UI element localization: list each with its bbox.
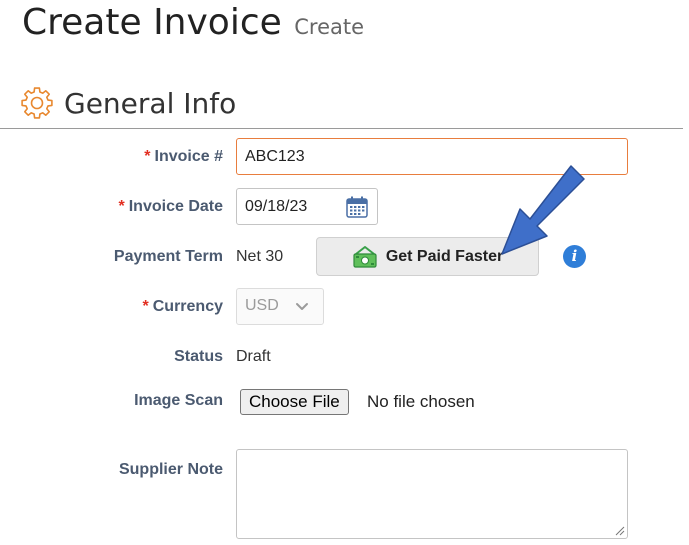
supplier-note-textarea[interactable]	[236, 449, 628, 539]
status-value: Draft	[236, 348, 271, 365]
required-marker: *	[144, 148, 151, 165]
page-subtitle: Create	[294, 15, 365, 39]
gear-icon	[21, 87, 53, 119]
currency-value: USD	[245, 297, 279, 314]
payment-term-value: Net 30	[236, 248, 284, 265]
image-scan-label: Image Scan	[134, 392, 223, 409]
section-header: General Info	[20, 84, 236, 122]
get-paid-faster-label: Get Paid Faster	[385, 247, 504, 265]
payment-term-label: Payment Term	[113, 248, 223, 265]
currency-label-text: Currency	[152, 298, 223, 315]
choose-file-button[interactable]: Choose File	[240, 389, 349, 415]
file-status-text: No file chosen	[367, 392, 475, 411]
chevron-down-icon	[296, 303, 308, 310]
calendar-icon[interactable]	[345, 195, 369, 219]
status-label: Status	[174, 348, 223, 365]
invoice-number-label-text: Invoice #	[154, 148, 223, 165]
invoice-date-label-text: Invoice Date	[128, 198, 223, 215]
annotation-arrow-icon	[501, 165, 585, 255]
currency-select[interactable]: USD	[236, 288, 324, 325]
required-marker: *	[142, 298, 149, 315]
invoice-date-label: * Invoice Date	[119, 197, 224, 217]
invoice-date-input[interactable]	[237, 189, 353, 224]
supplier-note-label: Supplier Note	[118, 461, 223, 478]
section-title: General Info	[64, 86, 237, 120]
invoice-date-field	[236, 188, 378, 225]
required-marker: *	[118, 198, 125, 215]
page-title: Create Invoice Create	[22, 2, 364, 43]
page-title-text: Create Invoice	[22, 2, 282, 43]
currency-label: * Currency	[143, 297, 223, 317]
invoice-number-label: * Invoice #	[144, 147, 223, 167]
money-icon	[353, 245, 377, 268]
section-divider	[0, 128, 683, 129]
resize-grip-icon[interactable]	[614, 525, 625, 536]
